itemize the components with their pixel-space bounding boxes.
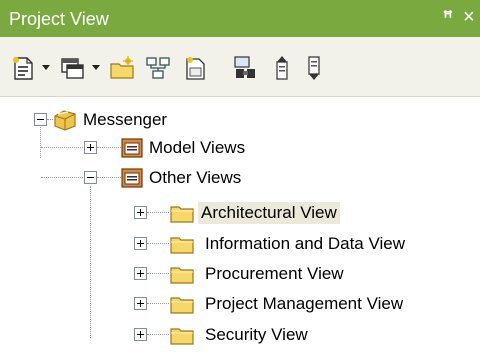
folder-icon <box>169 292 195 316</box>
new-view-icon[interactable] <box>144 54 172 82</box>
folder-icon <box>169 201 195 225</box>
root-package-icon <box>52 108 78 132</box>
folder-icon <box>169 323 195 347</box>
chevron-down-icon[interactable] <box>40 61 52 73</box>
tree-guide <box>90 186 91 338</box>
folder-icon <box>169 232 195 256</box>
tree-node-label: Security View <box>205 325 308 344</box>
toolbar <box>0 37 480 97</box>
collapse-toggle[interactable] <box>34 113 47 126</box>
tree-node-label: Messenger <box>83 110 168 129</box>
new-model-icon[interactable] <box>182 54 210 82</box>
tree-node-label: Information and Data View <box>205 234 406 253</box>
expand-toggle[interactable] <box>134 237 147 250</box>
window-title: Project View <box>9 9 109 29</box>
tree-node-label: Procurement View <box>205 264 344 283</box>
chevron-down-icon[interactable] <box>90 61 102 73</box>
tree-node-label: Other Views <box>149 168 242 187</box>
folder-icon <box>169 262 195 286</box>
view-icon <box>119 136 145 160</box>
move-up-icon[interactable] <box>268 54 296 82</box>
expand-toggle[interactable] <box>84 141 97 154</box>
expand-toggle[interactable] <box>134 267 147 280</box>
expand-toggle[interactable] <box>134 206 147 219</box>
new-element-icon[interactable] <box>58 54 86 82</box>
find-icon[interactable] <box>232 54 260 82</box>
tree-guide <box>40 122 41 158</box>
project-tree: Messenger Model Views Other Views Archit… <box>0 97 480 353</box>
tree-node-label: Architectural View <box>198 202 340 224</box>
expand-toggle[interactable] <box>134 297 147 310</box>
tree-node-label: Project Management View <box>205 294 404 313</box>
new-diagram-icon[interactable] <box>9 54 37 82</box>
pin-icon[interactable]: ꟸ <box>443 8 453 28</box>
title-bar: Project View ꟸ × <box>0 0 480 37</box>
new-package-icon[interactable] <box>108 54 136 82</box>
close-icon[interactable]: × <box>463 6 475 28</box>
expand-toggle[interactable] <box>134 328 147 341</box>
tree-node-label: Model Views <box>149 138 246 157</box>
move-down-icon[interactable] <box>300 54 328 82</box>
collapse-toggle[interactable] <box>84 171 97 184</box>
view-icon <box>119 166 145 190</box>
